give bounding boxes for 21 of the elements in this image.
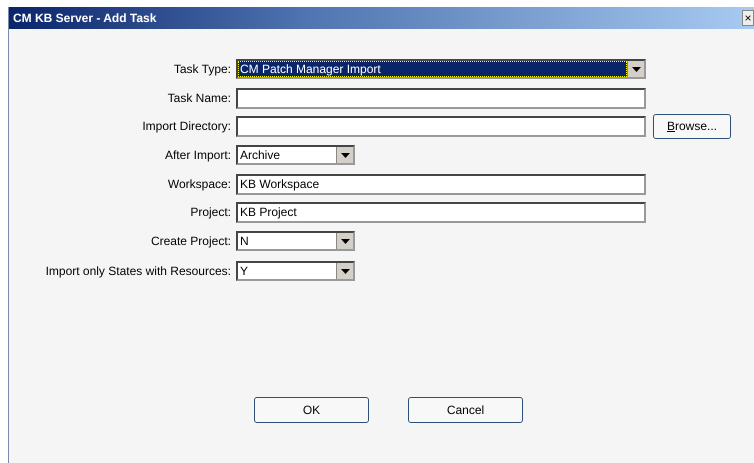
field-label: Workspace: bbox=[166, 177, 232, 191]
field-label: Task Name: bbox=[166, 91, 232, 105]
cancel-button[interactable]: Cancel bbox=[408, 397, 523, 423]
field-label: Task Type: bbox=[172, 62, 232, 76]
input-field[interactable] bbox=[236, 88, 646, 108]
dropdown[interactable]: Y bbox=[236, 261, 355, 281]
input-field[interactable]: KB Project bbox=[236, 202, 646, 222]
field-label: After Import: bbox=[164, 148, 232, 162]
dropdown[interactable]: CM Patch Manager Import bbox=[236, 59, 646, 79]
ok-button[interactable]: OK bbox=[254, 397, 369, 423]
dropdown[interactable]: Archive bbox=[236, 145, 355, 165]
field-label: Project: bbox=[189, 205, 232, 219]
browse-button[interactable]: Browse... bbox=[653, 114, 731, 138]
field-label: Import only States with Resources: bbox=[44, 264, 232, 278]
dropdown[interactable]: N bbox=[236, 231, 355, 251]
close-button[interactable]: × bbox=[742, 10, 754, 26]
input-field[interactable]: KB Workspace bbox=[236, 174, 646, 194]
field-label: Create Project: bbox=[150, 234, 232, 248]
window-title: CM KB Server - Add Task bbox=[13, 11, 156, 25]
input-field[interactable] bbox=[236, 116, 646, 136]
field-label: Import Directory: bbox=[141, 119, 232, 133]
